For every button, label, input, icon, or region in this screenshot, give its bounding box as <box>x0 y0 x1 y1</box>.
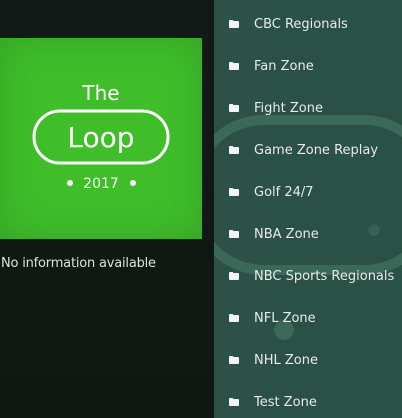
menu-item-label: Game Zone Replay <box>254 142 379 158</box>
folder-icon <box>229 230 239 238</box>
menu-item[interactable]: NFL Zone <box>214 297 402 339</box>
menu-item-label: NHL Zone <box>254 352 318 368</box>
menu-item[interactable]: NBC Sports Regionals <box>214 255 402 297</box>
menu-item[interactable]: Fan Zone <box>214 45 402 87</box>
logo-word-main: Loop <box>67 121 134 154</box>
folder-icon <box>229 356 239 364</box>
menu-item[interactable]: CBC Regionals <box>214 3 402 45</box>
folder-icon <box>229 188 239 196</box>
logo-dot-left <box>67 180 73 186</box>
menu-item-label: Test Zone <box>254 394 317 410</box>
folder-icon <box>229 104 239 112</box>
folder-icon <box>229 398 239 406</box>
folder-icon <box>229 146 239 154</box>
menu-item[interactable]: Test Zone <box>214 381 402 418</box>
logo-word-top: The <box>81 81 119 105</box>
logo-dot-right <box>130 180 136 186</box>
right-panel: CBC Regionals Fan Zone Fight Zone Game Zone… <box>214 0 402 418</box>
folder-icon <box>229 20 239 28</box>
menu-item-label: Fight Zone <box>254 100 323 116</box>
logo-year: 2017 <box>83 176 119 192</box>
menu-item[interactable]: NHL Zone <box>214 339 402 381</box>
menu-item-label: Golf 24/7 <box>254 184 314 200</box>
menu-item-label: NBC Sports Regionals <box>254 268 395 284</box>
folder-icon <box>229 272 239 280</box>
menu-item-label: Fan Zone <box>254 58 314 74</box>
folder-icon <box>229 314 239 322</box>
menu-item[interactable]: Golf 24/7 <box>214 171 402 213</box>
menu-item-label: NFL Zone <box>254 310 316 326</box>
menu-item[interactable]: Game Zone Replay <box>214 129 402 171</box>
folder-icon <box>229 62 239 70</box>
menu-item-label: NBA Zone <box>254 226 319 242</box>
info-text: No information available <box>1 256 156 271</box>
menu-item[interactable]: NBA Zone <box>214 213 402 255</box>
loop-logo: The Loop 2017 <box>32 81 170 192</box>
menu-item[interactable]: Fight Zone <box>214 87 402 129</box>
left-panel: The Loop 2017 No information available <box>0 0 214 418</box>
menu-item-label: CBC Regionals <box>254 16 348 32</box>
addon-thumbnail: The Loop 2017 <box>0 38 202 239</box>
